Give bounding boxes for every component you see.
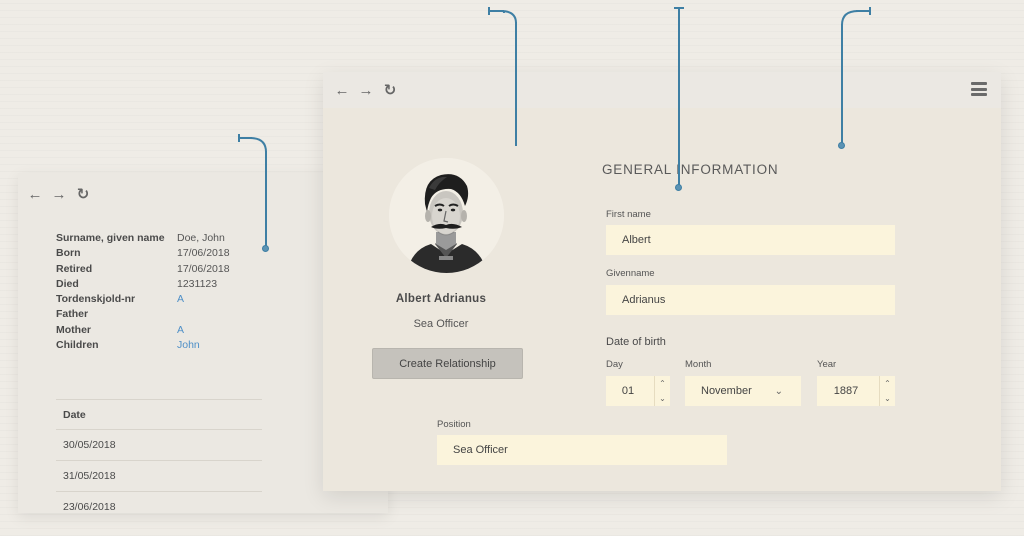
month-select[interactable]: November ⌄ [685,376,801,406]
day-value: 01 [621,385,635,397]
reload-icon[interactable]: ↻ [76,187,90,202]
detail-row: Born 17/06/2018 [56,246,276,261]
position-label: Position [437,419,471,430]
year-stepper[interactable]: 1887 ⌃ ⌄ [817,376,895,406]
first-name-label: First name [606,209,651,220]
month-value: November [701,385,752,397]
detail-row: Father [56,307,276,322]
position-field[interactable]: Sea Officer [437,435,727,465]
arrow-right-icon[interactable]: → [359,83,374,98]
detail-label: Surname, given name [56,232,165,244]
detail-value: 17/06/2018 [177,262,230,275]
profile-name: Albert Adrianus [395,293,487,305]
date-table-row[interactable]: 23/06/2018 [56,492,262,513]
profile-title: Sea Officer [413,318,469,330]
year-value: 1887 [833,385,859,397]
year-label: Year [817,359,837,370]
date-table-row[interactable]: 30/05/2018 [56,430,262,461]
day-label: Day [606,359,623,370]
date-table: Date 30/05/2018 31/05/2018 23/06/2018 [56,399,262,513]
detail-label: Father [56,308,89,321]
chevron-up-icon[interactable]: ⌃ [880,376,895,391]
day-stepper[interactable]: 01 ⌃ ⌄ [606,376,670,406]
detail-link[interactable]: John [177,338,200,353]
front-window-nav: ← → ↻ [335,83,397,98]
chevron-down-icon[interactable]: ⌄ [655,391,670,406]
profile-portrait [389,158,504,273]
chevron-down-icon: ⌄ [774,385,783,397]
date-table-row[interactable]: 31/05/2018 [56,461,262,492]
reload-icon[interactable]: ↻ [383,83,397,98]
detail-row: Died 1231123 [56,277,276,292]
chevron-up-icon[interactable]: ⌃ [655,376,670,391]
year-stepper-arrows[interactable]: ⌃ ⌄ [879,376,895,406]
detail-link[interactable]: A [177,323,184,338]
detail-value: 17/06/2018 [177,247,230,260]
detail-link[interactable]: A [177,292,184,307]
detail-label: Children [56,339,99,352]
date-table-header: Date [56,399,262,430]
detail-row: Surname, given name Doe, John [56,231,276,246]
section-title: GENERAL INFORMATION [602,162,779,177]
detail-label: Born [56,247,81,260]
front-window: ← → ↻ Albert Adrianus Sea Officer Create… [323,72,1001,491]
detail-row: Children John [56,338,276,353]
back-window-nav: ← → ↻ [28,187,90,202]
givenname-label: Givenname [606,268,655,279]
month-label: Month [685,359,712,370]
hamburger-menu-icon[interactable] [971,82,987,96]
givenname-field[interactable]: Adrianus [606,285,895,315]
arrow-left-icon[interactable]: ← [335,83,350,98]
detail-row: Retired 17/06/2018 [56,262,276,277]
detail-row: Mother A [56,323,276,338]
day-stepper-arrows[interactable]: ⌃ ⌄ [654,376,670,406]
detail-label: Mother [56,323,91,336]
date-of-birth-heading: Date of birth [606,336,666,348]
person-details: Surname, given name Doe, John Born 17/06/20… [56,231,276,353]
detail-value: 1231123 [177,277,218,290]
detail-label: Died [56,277,79,290]
front-window-toolbar: ← → ↻ [323,72,1001,108]
arrow-right-icon[interactable]: → [52,187,67,202]
create-relationship-button[interactable]: Create Relationship [372,348,523,379]
detail-label: Retired [56,262,93,275]
chevron-down-icon[interactable]: ⌄ [880,391,895,406]
detail-value: Doe, John [177,232,225,244]
arrow-left-icon[interactable]: ← [28,187,43,202]
first-name-field[interactable]: Albert [606,225,895,255]
detail-label: Tordenskjold-nr [56,293,136,306]
detail-row: Tordenskjold-nr A [56,292,276,307]
